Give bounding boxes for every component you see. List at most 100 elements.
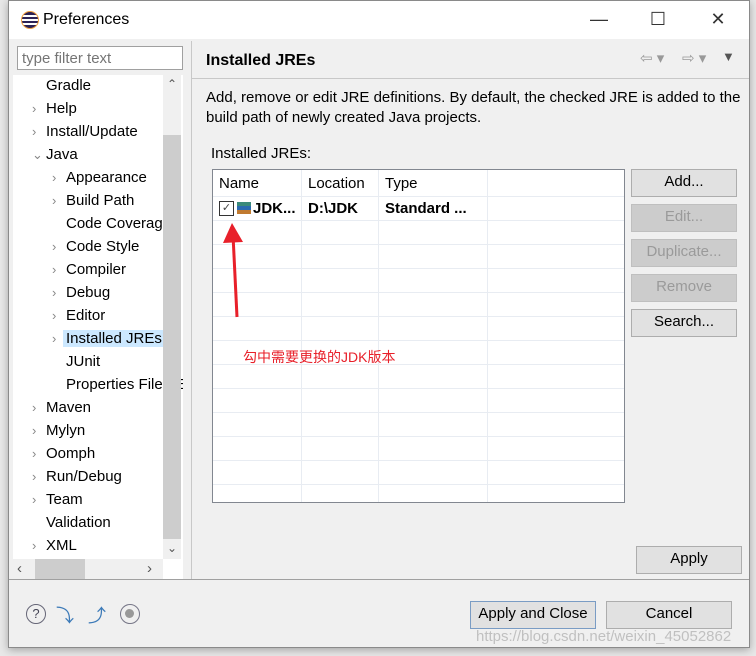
- tree-item[interactable]: › Editor: [13, 305, 173, 327]
- column-header-location[interactable]: Location: [308, 175, 365, 192]
- export-icon[interactable]: ⤴: [88, 602, 106, 628]
- tree-item[interactable]: JUnit: [13, 351, 173, 373]
- window-title: Preferences: [43, 11, 130, 28]
- column-header-type[interactable]: Type: [385, 175, 418, 192]
- tree-item-label: XML: [46, 537, 77, 554]
- tree-item[interactable]: › Run/Debug: [13, 466, 173, 488]
- table-row[interactable]: ✓ JDK... D:\JDK Standard ...: [213, 197, 487, 220]
- page-description: Add, remove or edit JRE definitions. By …: [206, 89, 741, 126]
- eclipse-logo-icon: [21, 11, 39, 29]
- collapsed-chevron-icon[interactable]: ›: [32, 538, 36, 553]
- scroll-up-icon[interactable]: ⌃: [167, 77, 177, 91]
- collapsed-chevron-icon[interactable]: ›: [32, 492, 36, 507]
- scroll-thumb[interactable]: [163, 135, 181, 539]
- jre-location: D:\JDK: [308, 200, 359, 217]
- tree-item-label: Compiler: [66, 261, 127, 278]
- tree-item[interactable]: › Mylyn: [13, 420, 173, 442]
- tree-item[interactable]: › Code Style: [13, 236, 173, 258]
- help-icon[interactable]: ?: [26, 604, 46, 624]
- tree-item-label: Gradle: [46, 77, 92, 94]
- tree-item[interactable]: Properties Files Editor: [13, 374, 183, 396]
- apply-button[interactable]: Apply: [636, 546, 742, 574]
- collapsed-chevron-icon[interactable]: ›: [32, 423, 36, 438]
- tree-item-label: JUnit: [66, 353, 101, 370]
- collapsed-chevron-icon[interactable]: ›: [52, 285, 56, 300]
- preferences-dialog: Preferences — ☐ ✕ Gradle › Help › Install/Up…: [8, 0, 750, 648]
- jre-library-icon: [237, 202, 251, 214]
- jre-list-label: Installed JREs:: [211, 145, 312, 162]
- remove-button[interactable]: Remove: [631, 274, 737, 302]
- tree-item[interactable]: › Oomph: [13, 443, 173, 465]
- tree-item-label: Mylyn: [46, 422, 86, 439]
- tree-item-label: Appearance: [66, 169, 147, 186]
- minimize-button[interactable]: —: [584, 9, 614, 30]
- filter-input[interactable]: [17, 46, 183, 70]
- page-title: Installed JREs: [206, 52, 316, 69]
- scroll-left-icon[interactable]: ‹: [17, 560, 22, 577]
- edit-button[interactable]: Edit...: [631, 204, 737, 232]
- hscroll-thumb[interactable]: [35, 559, 85, 579]
- tree-item-label: Installed JREs: [63, 330, 165, 347]
- annotation-text: 勾中需要更换的JDK版本: [243, 349, 396, 365]
- jre-name: JDK...: [253, 200, 296, 217]
- column-header-name[interactable]: Name: [219, 175, 259, 192]
- collapsed-chevron-icon[interactable]: ›: [32, 469, 36, 484]
- tree-item[interactable]: › Help: [13, 98, 173, 120]
- tree-item[interactable]: › XML: [13, 535, 173, 557]
- record-icon[interactable]: [120, 604, 140, 624]
- tree-item[interactable]: › Installed JREs: [13, 328, 173, 350]
- jre-checkbox[interactable]: ✓: [219, 201, 234, 216]
- title-bar: Preferences — ☐ ✕: [9, 1, 749, 39]
- tree-item-label: Maven: [46, 399, 92, 416]
- collapsed-chevron-icon[interactable]: ›: [32, 101, 36, 116]
- tree-item-label: Help: [46, 100, 77, 117]
- tree-item-label: Validation: [46, 514, 111, 531]
- collapsed-chevron-icon[interactable]: ›: [52, 170, 56, 185]
- tree-item[interactable]: › Maven: [13, 397, 173, 419]
- tree-item[interactable]: › Build Path: [13, 190, 173, 212]
- tree-item-label: Code Coverage: [66, 215, 172, 232]
- tree-item[interactable]: › Debug: [13, 282, 173, 304]
- collapsed-chevron-icon[interactable]: ›: [32, 124, 36, 139]
- tree-item[interactable]: Gradle: [13, 75, 173, 97]
- scroll-down-icon[interactable]: ⌄: [167, 541, 177, 555]
- apply-and-close-button[interactable]: Apply and Close: [470, 601, 596, 629]
- jre-table: Name Location Type ✓ JDK... D:\JDK Stand…: [212, 169, 625, 503]
- search-button[interactable]: Search...: [631, 309, 737, 337]
- tree-item[interactable]: › Team: [13, 489, 173, 511]
- tree-vertical-scrollbar[interactable]: ⌃ ⌄: [163, 75, 181, 559]
- tree-item-label: Team: [46, 491, 83, 508]
- collapsed-chevron-icon[interactable]: ›: [52, 331, 56, 346]
- maximize-button[interactable]: ☐: [643, 9, 673, 30]
- tree-item[interactable]: › Appearance: [13, 167, 173, 189]
- tree-item[interactable]: Validation: [13, 512, 173, 534]
- tree-item-label: Java: [46, 146, 78, 163]
- preference-tree: Gradle › Help › Install/Update ⌄ Java › Appearan…: [13, 75, 183, 579]
- collapsed-chevron-icon[interactable]: ›: [32, 446, 36, 461]
- tree-item-label: Oomph: [46, 445, 96, 462]
- tree-item[interactable]: › Compiler: [13, 259, 173, 281]
- collapsed-chevron-icon[interactable]: ›: [52, 193, 56, 208]
- collapsed-chevron-icon[interactable]: ›: [52, 239, 56, 254]
- annotation-arrow: [223, 223, 243, 318]
- scroll-right-icon[interactable]: ›: [147, 560, 152, 577]
- tree-item[interactable]: Code Coverage: [13, 213, 173, 235]
- tree-item[interactable]: ⌄ Java: [13, 144, 173, 166]
- back-icon[interactable]: ⇦ ▾: [640, 49, 664, 67]
- tree-item-label: Run/Debug: [46, 468, 122, 485]
- tree-item[interactable]: › Install/Update: [13, 121, 173, 143]
- collapsed-chevron-icon[interactable]: ›: [52, 262, 56, 277]
- footer-divider: [9, 579, 749, 580]
- tree-horizontal-scrollbar[interactable]: ‹ ›: [13, 559, 163, 579]
- add-button[interactable]: Add...: [631, 169, 737, 197]
- tree-item-label: Code Style: [66, 238, 140, 255]
- cancel-button[interactable]: Cancel: [606, 601, 732, 629]
- duplicate-button[interactable]: Duplicate...: [631, 239, 737, 267]
- import-icon[interactable]: ⤵: [56, 602, 74, 628]
- view-menu-icon[interactable]: ▼: [722, 49, 735, 64]
- expanded-chevron-icon[interactable]: ⌄: [32, 147, 43, 163]
- collapsed-chevron-icon[interactable]: ›: [52, 308, 56, 323]
- close-button[interactable]: ✕: [703, 9, 733, 30]
- collapsed-chevron-icon[interactable]: ›: [32, 400, 36, 415]
- forward-icon[interactable]: ⇨ ▾: [682, 49, 706, 67]
